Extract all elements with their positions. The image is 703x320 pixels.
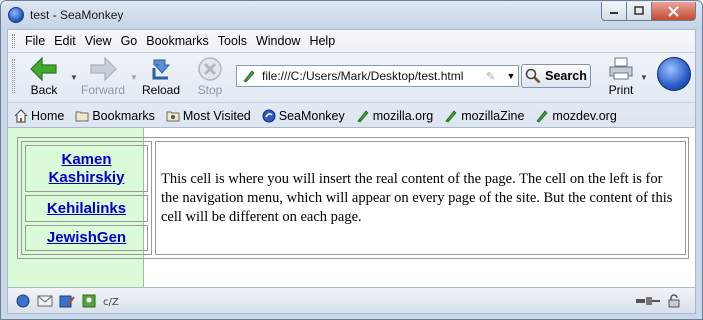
reload-icon [152, 59, 171, 80]
bookmark-home-label: Home [31, 108, 65, 123]
nav-toolbar-grip[interactable] [12, 59, 15, 93]
bookmark-bookmarks-label: Bookmarks [92, 108, 155, 123]
bookmark-mozdev-org-label: mozdev.org [552, 108, 617, 123]
status-indicators [636, 293, 687, 308]
bookmark-most-visited[interactable]: Most Visited [166, 109, 251, 123]
window-controls [601, 2, 696, 21]
browser-window: test - SeaMonkey File Edit View Go Bookm… [0, 0, 703, 320]
menu-file[interactable]: File [21, 34, 49, 48]
security-lock-icon[interactable] [665, 293, 682, 308]
minimize-button[interactable] [601, 2, 627, 21]
menu-help[interactable]: Help [305, 34, 339, 48]
stop-button[interactable]: Stop [185, 56, 235, 100]
bookmark-leaf-icon [357, 109, 369, 122]
url-text[interactable]: file:///C:/Users/Mark/Desktop/test.html [262, 69, 486, 83]
svg-text:c/Z: c/Z [103, 297, 119, 307]
forward-button[interactable]: Forward [78, 56, 128, 100]
menu-bookmarks[interactable]: Bookmarks [142, 34, 213, 48]
title-bar: test - SeaMonkey [1, 1, 702, 29]
browser-chrome: File Edit View Go Bookmarks Tools Window… [7, 29, 696, 128]
print-button[interactable]: Print [596, 56, 646, 100]
content-paragraph: This cell is where you will insert the r… [161, 170, 673, 225]
folder-icon [75, 111, 89, 121]
bookmark-mozilla-org[interactable]: mozilla.org [356, 109, 433, 123]
gray-right-arrow-icon [90, 56, 117, 82]
reload-label: Reload [141, 83, 181, 97]
component-bar: c/Z [14, 293, 124, 308]
personal-toolbar: Home Bookmarks Most Visited SeaMonkey mo… [8, 102, 695, 128]
menu-edit[interactable]: Edit [50, 34, 80, 48]
content-cell: This cell is where you will insert the r… [155, 141, 686, 255]
back-label: Back [30, 83, 58, 97]
seamonkey-app-icon[interactable] [8, 7, 24, 23]
nav-cell-jewishgen: JewishGen [25, 225, 148, 251]
forward-label: Forward [80, 83, 125, 97]
nav-cell-kamen-kashirskiy: Kamen Kashirskiy [25, 145, 148, 192]
bookmark-mozilla-org-label: mozilla.org [372, 108, 434, 123]
seamonkey-logo-icon[interactable] [657, 57, 691, 91]
stop-icon [198, 57, 222, 81]
link-jewishgen[interactable]: JewishGen [47, 229, 126, 247]
bookmark-mozillazine-label: mozillaZine [461, 108, 525, 123]
status-bar: c/Z [7, 287, 696, 314]
smart-folder-icon [166, 111, 180, 121]
address-book-icon[interactable] [80, 293, 97, 308]
maximize-icon [634, 6, 644, 15]
nav-cell-kehilalinks: Kehilalinks [25, 195, 148, 222]
close-icon [668, 5, 679, 17]
bookmark-seamonkey-label: SeaMonkey [278, 108, 345, 123]
print-dropdown-icon[interactable]: ▼ [640, 73, 648, 82]
file-page-icon [243, 70, 255, 83]
close-button[interactable] [652, 2, 696, 21]
home-icon [14, 108, 28, 123]
link-kehilalinks[interactable]: Kehilalinks [47, 200, 126, 218]
menu-go[interactable]: Go [117, 34, 142, 48]
back-dropdown-icon[interactable]: ▼ [70, 73, 78, 82]
toolbar-grip[interactable] [12, 34, 15, 48]
url-bar[interactable]: file:///C:/Users/Mark/Desktop/test.html … [236, 65, 519, 87]
bookmark-mozillazine[interactable]: mozillaZine [444, 109, 524, 123]
url-dropdown-icon[interactable]: ▼ [504, 66, 518, 86]
menu-tools[interactable]: Tools [214, 34, 251, 48]
reload-button[interactable]: Reload [136, 56, 186, 100]
window-title: test - SeaMonkey [30, 8, 124, 22]
bookmark-bookmarks[interactable]: Bookmarks [75, 109, 155, 123]
bookmark-page-icon[interactable]: ✎ [486, 70, 500, 83]
minimize-icon [610, 12, 618, 14]
stop-label: Stop [197, 83, 223, 97]
bookmark-seamonkey[interactable]: SeaMonkey [262, 109, 345, 123]
composer-icon[interactable] [58, 293, 75, 308]
irc-chat-icon[interactable]: c/Z [102, 293, 119, 308]
bookmark-most-visited-label: Most Visited [182, 108, 251, 123]
printer-icon [609, 57, 633, 80]
bookmark-leaf-icon [536, 109, 548, 122]
bookmark-leaf-icon [445, 109, 457, 122]
menu-bar: File Edit View Go Bookmarks Tools Window… [8, 30, 695, 52]
bookmark-mozdev-org[interactable]: mozdev.org [535, 108, 617, 123]
navigation-toolbar: Back ▼ Forward ▼ Reload Stop file:///C:/… [8, 52, 695, 101]
online-status-icon[interactable] [636, 293, 660, 308]
search-icon [525, 68, 541, 84]
browser-icon[interactable] [14, 293, 31, 308]
green-left-arrow-icon [30, 56, 57, 82]
page-content: Kamen Kashirskiy Kehilalinks JewishGen T… [7, 128, 696, 287]
navigation-table: Kamen Kashirskiy Kehilalinks JewishGen [21, 141, 152, 255]
layout-table: Kamen Kashirskiy Kehilalinks JewishGen T… [17, 137, 689, 259]
maximize-button[interactable] [627, 2, 652, 21]
bookmark-home[interactable]: Home [14, 109, 64, 123]
link-kamen-kashirskiy[interactable]: Kamen Kashirskiy [26, 151, 147, 187]
seamonkey-icon [262, 109, 276, 122]
print-label: Print [608, 83, 634, 97]
menu-view[interactable]: View [81, 34, 116, 48]
menu-window[interactable]: Window [252, 34, 304, 48]
mail-icon[interactable] [36, 293, 53, 308]
back-button[interactable]: Back [19, 56, 69, 100]
search-label: Search [545, 69, 587, 83]
search-button[interactable]: Search [521, 64, 591, 88]
